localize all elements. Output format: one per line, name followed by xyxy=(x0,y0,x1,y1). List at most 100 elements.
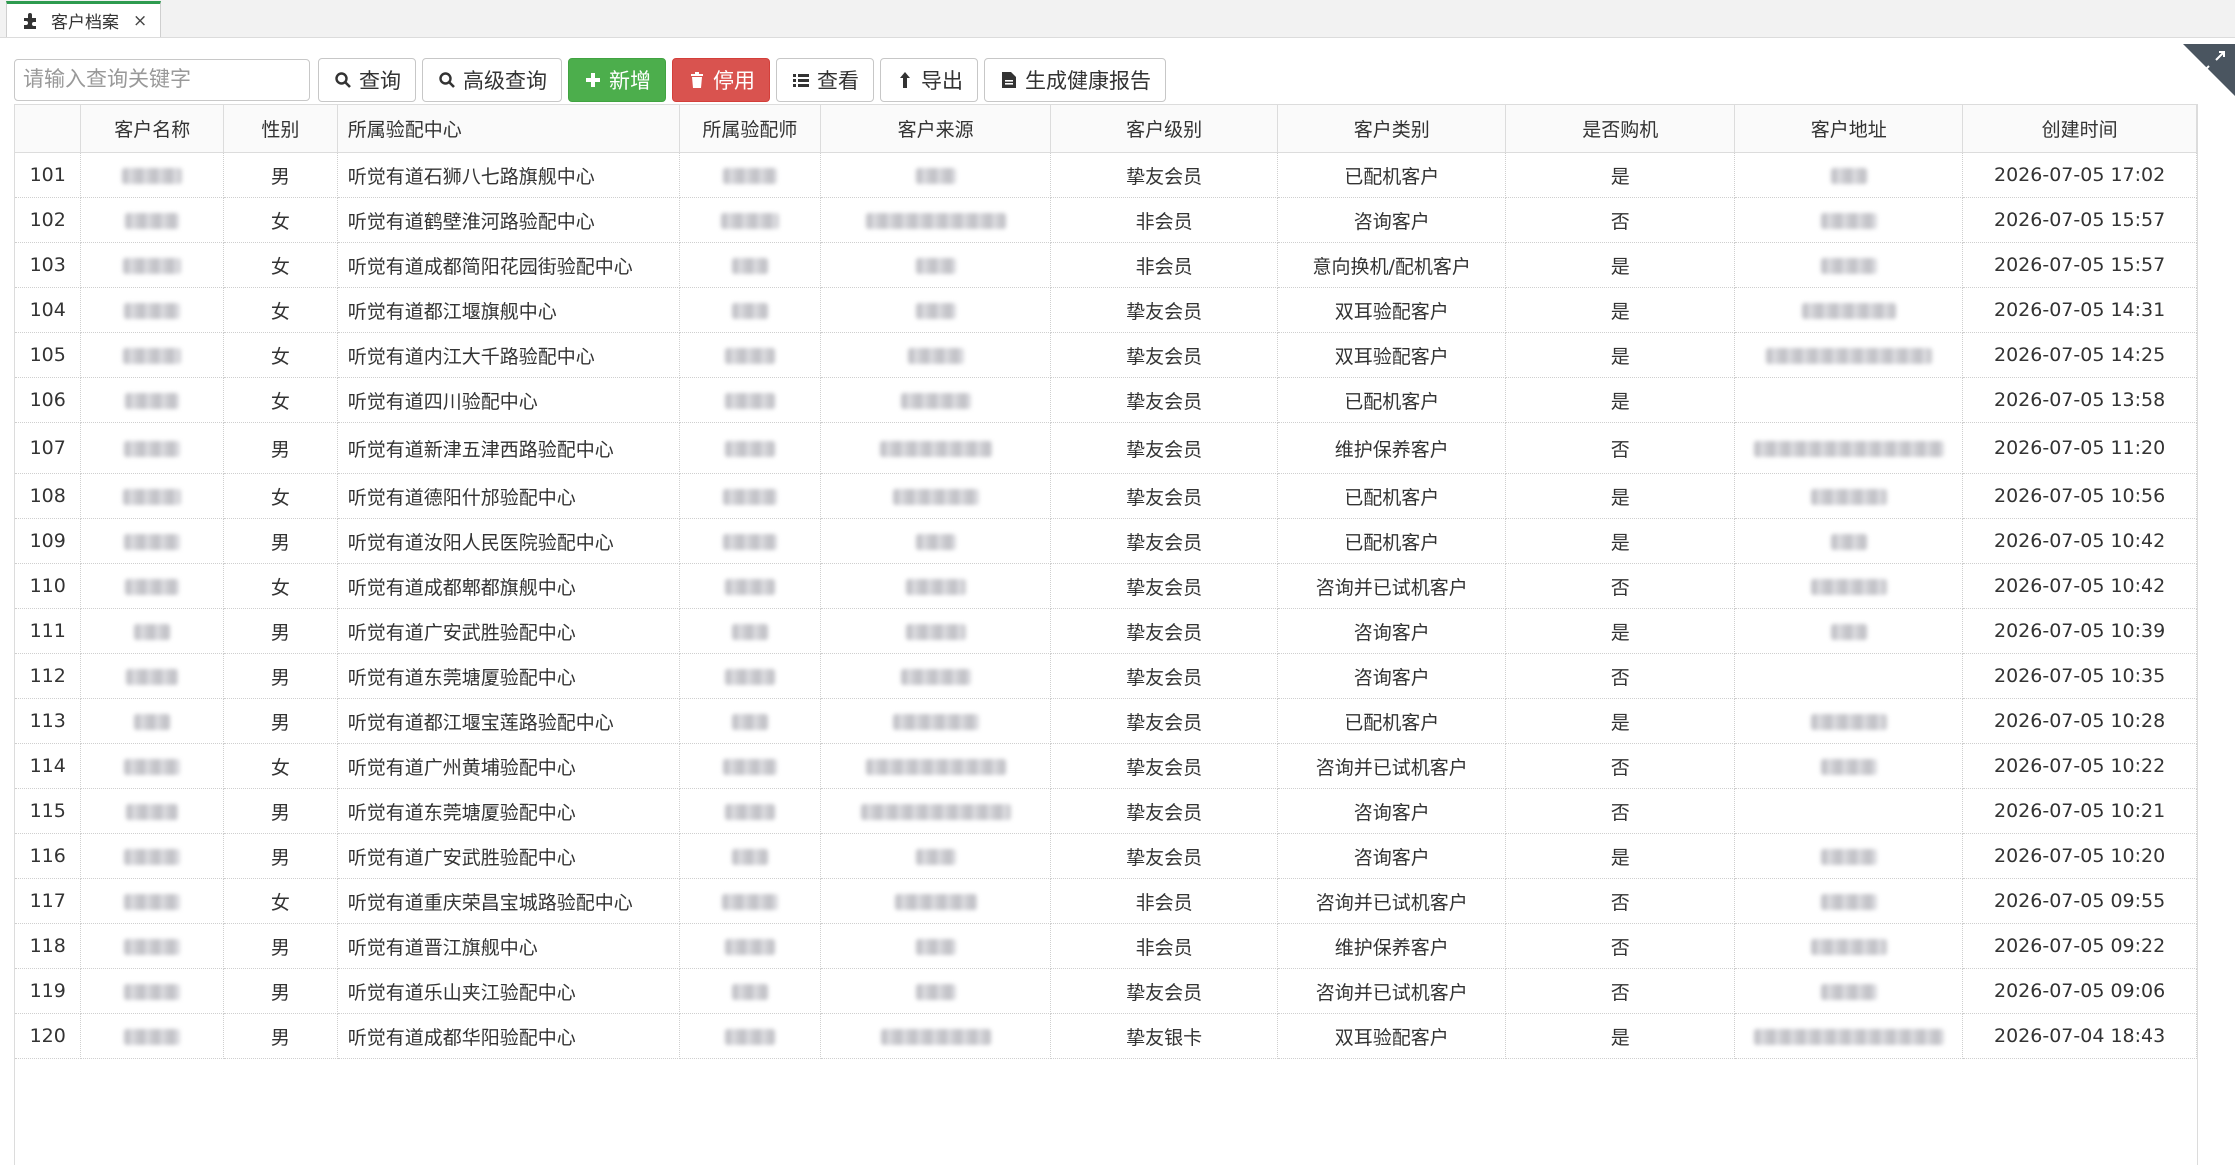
expand-corner-icon[interactable] xyxy=(2183,44,2235,96)
table-row[interactable]: 116 男听觉有道广安武胜验配中心 挚友会员 咨询客户是 2026-07-05 10:2… xyxy=(15,833,2197,879)
gender-cell: 男 xyxy=(223,968,338,1014)
table-row[interactable]: 117 女听觉有道重庆荣昌宝城路验配中心 非会员 咨询并已试机客户否 2026-07-0… xyxy=(15,878,2197,924)
redacted-value xyxy=(724,803,775,820)
redacted-value xyxy=(123,257,182,274)
audiologist-cell xyxy=(679,698,822,744)
redacted-value xyxy=(879,440,992,457)
redacted-value xyxy=(724,347,775,364)
row-number: 103 xyxy=(15,242,82,288)
redacted-value xyxy=(731,713,768,730)
header-center[interactable]: 所属验配中心 xyxy=(337,105,680,153)
bought-cell: 否 xyxy=(1505,788,1736,834)
redacted-value xyxy=(731,257,768,274)
redacted-value xyxy=(721,893,778,910)
address-cell xyxy=(1734,518,1964,564)
header-address[interactable]: 客户地址 xyxy=(1734,105,1964,153)
row-number: 101 xyxy=(15,152,82,198)
redacted-value xyxy=(892,713,979,730)
source-cell xyxy=(820,833,1051,879)
bought-cell: 否 xyxy=(1505,563,1736,609)
table-row[interactable]: 112 男听觉有道东莞塘厦验配中心 挚友会员 咨询客户否 2026-07-05 10:3… xyxy=(15,653,2197,699)
bought-cell: 是 xyxy=(1505,377,1736,423)
header-source[interactable]: 客户来源 xyxy=(820,105,1051,153)
table-row[interactable]: 115 男听觉有道东莞塘厦验配中心 挚友会员 咨询客户否 2026-07-05 10:2… xyxy=(15,788,2197,834)
redacted-value xyxy=(731,983,768,1000)
level-cell: 挚友会员 xyxy=(1050,287,1279,333)
source-cell xyxy=(820,1013,1051,1059)
address-cell xyxy=(1734,788,1964,834)
search-input[interactable] xyxy=(14,58,310,101)
table-row[interactable]: 105 女听觉有道内江大千路验配中心 挚友会员 双耳验配客户是 2026-07-05 1… xyxy=(15,332,2197,378)
audiologist-cell xyxy=(679,743,822,789)
level-cell: 挚友银卡 xyxy=(1050,1013,1279,1059)
redacted-value xyxy=(865,212,1006,229)
view-button[interactable]: 查看 xyxy=(776,57,874,102)
level-cell: 挚友会员 xyxy=(1050,788,1279,834)
tab-customer-archive[interactable]: 客户档案 × xyxy=(6,1,161,37)
category-cell: 已配机客户 xyxy=(1277,518,1507,564)
table-row[interactable]: 120 男听觉有道成都华阳验配中心 挚友银卡 双耳验配客户是 2026-07-04 18… xyxy=(15,1013,2197,1059)
header-level[interactable]: 客户级别 xyxy=(1050,105,1279,153)
table-row[interactable]: 118 男听觉有道晋江旗舰中心 非会员 维护保养客户否 2026-07-05 09:22 xyxy=(15,923,2197,969)
address-cell xyxy=(1734,197,1964,243)
row-number: 106 xyxy=(15,377,82,423)
bought-cell: 否 xyxy=(1505,878,1736,924)
close-icon[interactable]: × xyxy=(133,11,147,31)
table-row[interactable]: 119 男听觉有道乐山夹江验配中心 挚友会员 咨询并已试机客户否 2026-07-05 … xyxy=(15,968,2197,1014)
table-row[interactable]: 104 女听觉有道都江堰旗舰中心 挚友会员 双耳验配客户是 2026-07-05 14:… xyxy=(15,287,2197,333)
table-row[interactable]: 108 女听觉有道德阳什邡验配中心 挚友会员 已配机客户是 2026-07-05 10:… xyxy=(15,473,2197,519)
customer-name-cell xyxy=(80,1013,225,1059)
table-row[interactable]: 109 男听觉有道汝阳人民医院验配中心 挚友会员 已配机客户是 2026-07-05 1… xyxy=(15,518,2197,564)
header-customer-name[interactable]: 客户名称 xyxy=(80,105,225,153)
export-button[interactable]: 导出 xyxy=(880,57,978,102)
table-row[interactable]: 111 男听觉有道广安武胜验配中心 挚友会员 咨询客户是 2026-07-05 10:3… xyxy=(15,608,2197,654)
audiologist-cell xyxy=(679,287,822,333)
gender-cell: 女 xyxy=(223,242,338,288)
trash-icon xyxy=(687,70,707,90)
bought-cell: 是 xyxy=(1505,608,1736,654)
advanced-query-button[interactable]: 高级查询 xyxy=(422,57,562,102)
row-number: 107 xyxy=(15,422,82,474)
table-row[interactable]: 110 女听觉有道成都郫都旗舰中心 挚友会员 咨询并已试机客户否 2026-07-05 … xyxy=(15,563,2197,609)
table-row[interactable]: 106 女听觉有道四川验配中心 挚友会员 已配机客户是 2026-07-05 13:58 xyxy=(15,377,2197,423)
redacted-value xyxy=(125,212,180,229)
query-button[interactable]: 查询 xyxy=(318,57,416,102)
created-time-cell: 2026-07-05 15:57 xyxy=(1962,197,2197,243)
add-button-label: 新增 xyxy=(609,68,651,93)
table-row[interactable]: 102 女听觉有道鹤壁淮河路验配中心 非会员 咨询客户否 2026-07-05 15:5… xyxy=(15,197,2197,243)
table-row[interactable]: 114 女听觉有道广州黄埔验配中心 挚友会员 咨询并已试机客户否 2026-07-05 … xyxy=(15,743,2197,789)
export-button-label: 导出 xyxy=(921,68,963,93)
address-cell xyxy=(1734,152,1964,198)
audiologist-cell xyxy=(679,563,822,609)
redacted-value xyxy=(1830,167,1867,184)
header-gender[interactable]: 性别 xyxy=(223,105,338,153)
disable-button[interactable]: 停用 xyxy=(672,57,770,102)
source-cell xyxy=(820,653,1051,699)
redacted-value xyxy=(125,392,180,409)
header-audiologist[interactable]: 所属验配师 xyxy=(679,105,822,153)
add-button[interactable]: 新增 xyxy=(568,57,666,102)
redacted-value xyxy=(1810,488,1887,505)
header-created[interactable]: 创建时间 xyxy=(1962,105,2197,153)
table-row[interactable]: 101 男听觉有道石狮八七路旗舰中心 挚友会员 已配机客户是 2026-07-05 17… xyxy=(15,152,2197,198)
header-category[interactable]: 客户类别 xyxy=(1277,105,1507,153)
table-row[interactable]: 107 男听觉有道新津五津西路验配中心 挚友会员 维护保养客户否 2026-07-05 … xyxy=(15,422,2197,474)
center-cell: 听觉有道东莞塘厦验配中心 xyxy=(337,788,680,834)
gender-cell: 女 xyxy=(223,287,338,333)
generate-health-report-button[interactable]: 生成健康报告 xyxy=(984,57,1166,102)
redacted-value xyxy=(1753,1028,1944,1045)
customer-name-cell xyxy=(80,242,225,288)
redacted-value xyxy=(134,623,171,640)
redacted-value xyxy=(915,983,956,1000)
center-cell: 听觉有道东莞塘厦验配中心 xyxy=(337,653,680,699)
created-time-cell: 2026-07-05 15:57 xyxy=(1962,242,2197,288)
source-cell xyxy=(820,197,1051,243)
gender-cell: 男 xyxy=(223,833,338,879)
address-cell xyxy=(1734,608,1964,654)
row-number: 115 xyxy=(15,788,82,834)
header-bought[interactable]: 是否购机 xyxy=(1505,105,1736,153)
table-row[interactable]: 103 女听觉有道成都简阳花园街验配中心 非会员 意向换机/配机客户是 2026-07-… xyxy=(15,242,2197,288)
table-row[interactable]: 113 男听觉有道都江堰宝莲路验配中心 挚友会员 已配机客户是 2026-07-05 1… xyxy=(15,698,2197,744)
gender-cell: 女 xyxy=(223,197,338,243)
address-cell xyxy=(1734,332,1964,378)
